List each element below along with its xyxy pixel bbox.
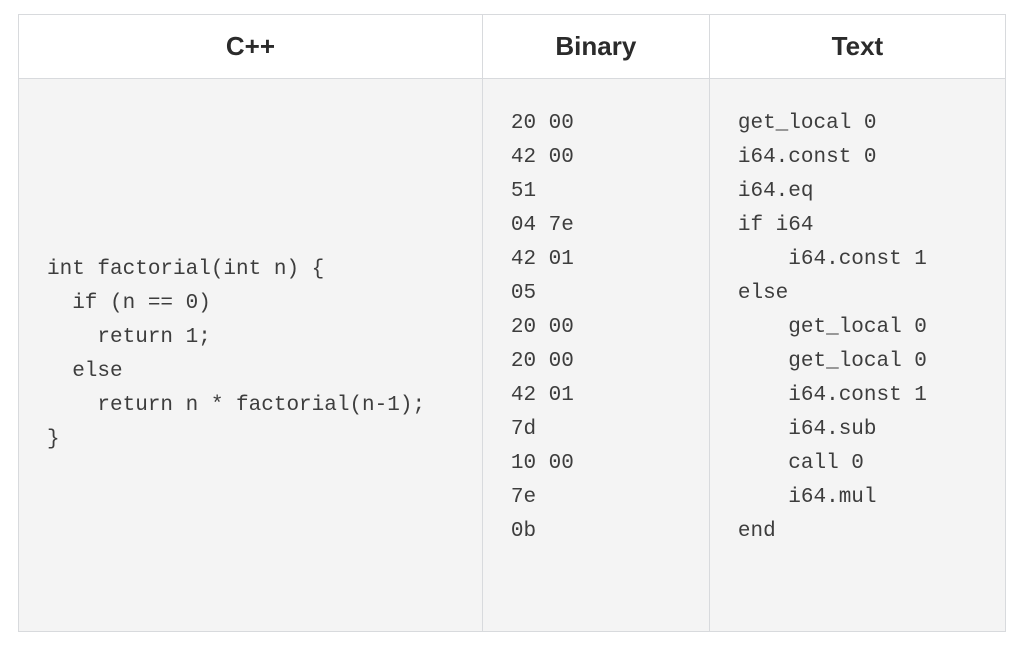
table-header-row: C++ Binary Text <box>19 15 1006 79</box>
cell-text: get_local 0 i64.const 0 i64.eq if i64 i6… <box>709 79 1005 632</box>
cell-binary: 20 00 42 00 51 04 7e 42 01 05 20 00 20 0… <box>482 79 709 632</box>
cell-cpp: int factorial(int n) { if (n == 0) retur… <box>19 79 483 632</box>
cpp-source-code: int factorial(int n) { if (n == 0) retur… <box>47 253 454 457</box>
wasm-text-format: get_local 0 i64.const 0 i64.eq if i64 i6… <box>738 107 977 549</box>
code-comparison-table: C++ Binary Text int factorial(int n) { i… <box>18 14 1006 632</box>
table-row: int factorial(int n) { if (n == 0) retur… <box>19 79 1006 632</box>
column-header-text: Text <box>709 15 1005 79</box>
binary-bytes: 20 00 42 00 51 04 7e 42 01 05 20 00 20 0… <box>511 107 681 549</box>
column-header-cpp: C++ <box>19 15 483 79</box>
code-comparison-container: C++ Binary Text int factorial(int n) { i… <box>0 0 1024 650</box>
column-header-binary: Binary <box>482 15 709 79</box>
